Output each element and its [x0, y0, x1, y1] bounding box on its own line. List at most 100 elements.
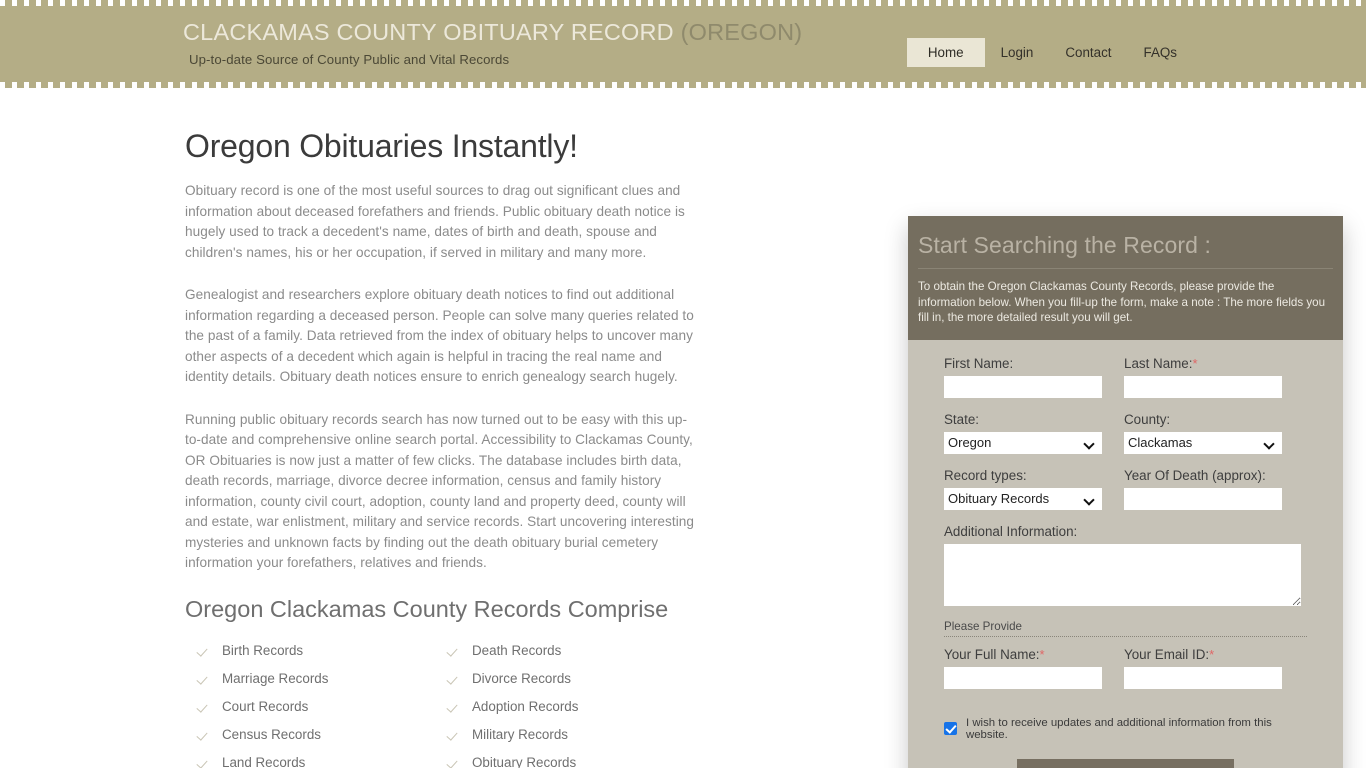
search-county-record-button[interactable]: Search County Record	[1016, 758, 1235, 768]
search-form-body: First Name: Last Name:* State: Oregon Co…	[908, 340, 1343, 768]
list-item: Military Records	[435, 721, 685, 749]
record-label: Adoption Records	[472, 699, 579, 714]
last-name-label-text: Last Name:	[1124, 355, 1193, 371]
list-item: Birth Records	[185, 637, 435, 665]
check-icon	[197, 671, 212, 686]
first-name-label: First Name:	[944, 355, 1014, 371]
records-section-title: Oregon Clackamas County Records Comprise	[185, 595, 669, 622]
location-field-row: State: Oregon County: Clackamas	[944, 412, 1307, 468]
last-name-label: Last Name:*	[1124, 356, 1282, 371]
check-icon	[197, 755, 212, 768]
page-root: CLACKAMAS COUNTY OBITUARY RECORD (OREGON…	[0, 0, 1366, 768]
list-item: Land Records	[185, 749, 435, 768]
nav-item-login[interactable]: Login	[985, 39, 1050, 66]
record-types-field-group: Record types: Obituary Records	[944, 468, 1102, 510]
full-name-input[interactable]	[944, 666, 1102, 689]
section-divider	[944, 635, 1307, 637]
email-field[interactable]	[1124, 666, 1282, 689]
first-name-field-group: First Name:	[944, 356, 1102, 398]
intro-paragraph-1: Obituary record is one of the most usefu…	[185, 183, 685, 260]
site-tagline: Up-to-date Source of County Public and V…	[189, 52, 510, 67]
first-name-input[interactable]	[944, 375, 1102, 398]
year-of-death-field-group: Year Of Death (approx):	[1124, 468, 1282, 510]
required-asterisk: *	[1209, 646, 1215, 662]
records-list: Birth Records Death Records Marriage Rec…	[185, 637, 705, 768]
additional-info-label: Additional Information:	[944, 523, 1078, 539]
main-navigation: Home Login Contact FAQs	[906, 38, 1193, 67]
check-icon	[197, 699, 212, 714]
county-select[interactable]: Clackamas	[1124, 431, 1282, 454]
year-of-death-input[interactable]	[1124, 487, 1282, 510]
list-item: Divorce Records	[435, 665, 685, 693]
page-title: Oregon Obituaries Instantly!	[185, 128, 578, 164]
contact-field-row: Your Full Name:* Your Email ID:*	[944, 647, 1307, 703]
site-title-main: CLACKAMAS COUNTY OBITUARY RECORD	[183, 19, 681, 45]
list-item: Adoption Records	[435, 693, 685, 721]
record-label: Death Records	[472, 643, 562, 658]
county-field-group: County: Clackamas	[1124, 412, 1282, 454]
state-label: State:	[944, 411, 979, 427]
submit-wrap: Search County Record	[944, 758, 1307, 768]
list-item: Death Records	[435, 637, 685, 665]
additional-info-field-group: Additional Information:	[944, 524, 1307, 606]
check-icon	[447, 671, 462, 686]
full-name-label-text: Your Full Name:	[944, 646, 1040, 662]
record-types-label: Record types:	[944, 467, 1027, 483]
nav-item-faqs[interactable]: FAQs	[1128, 39, 1193, 66]
consent-label: I wish to receive updates and additional…	[966, 716, 1272, 741]
list-item: Court Records	[185, 693, 435, 721]
content-area: Oregon Obituaries Instantly! Obituary re…	[183, 88, 1343, 768]
check-icon	[197, 727, 212, 742]
check-icon	[447, 643, 462, 658]
list-item: Marriage Records	[185, 665, 435, 693]
header-inner: CLACKAMAS COUNTY OBITUARY RECORD (OREGON…	[183, 0, 1183, 88]
search-form-title: Start Searching the Record :	[918, 232, 1333, 269]
full-name-field-group: Your Full Name:*	[944, 647, 1102, 689]
state-field-group: State: Oregon	[944, 412, 1102, 454]
nav-item-contact[interactable]: Contact	[1049, 39, 1127, 66]
consent-row: I wish to receive updates and additional…	[944, 717, 1307, 741]
site-header: CLACKAMAS COUNTY OBITUARY RECORD (OREGON…	[0, 0, 1366, 88]
record-year-field-row: Record types: Obituary Records Year Of D…	[944, 468, 1307, 524]
email-field-group: Your Email ID:*	[1124, 647, 1282, 689]
record-types-select-wrap: Obituary Records	[944, 487, 1102, 510]
article-column: Oregon Obituaries Instantly! Obituary re…	[183, 128, 703, 768]
search-form-description: To obtain the Oregon Clackamas County Re…	[918, 280, 1326, 324]
list-item: Obituary Records	[435, 749, 685, 768]
brand: CLACKAMAS COUNTY OBITUARY RECORD (OREGON…	[183, 18, 802, 67]
record-label: Divorce Records	[472, 671, 571, 686]
record-label: Obituary Records	[472, 755, 577, 768]
search-form-header: Start Searching the Record : To obtain t…	[908, 216, 1343, 340]
record-label: Land Records	[222, 755, 306, 768]
name-field-row: First Name: Last Name:*	[944, 356, 1307, 412]
state-select-wrap: Oregon	[944, 431, 1102, 454]
email-label-text: Your Email ID:	[1124, 646, 1210, 662]
check-icon	[447, 755, 462, 768]
last-name-field-group: Last Name:*	[1124, 356, 1282, 398]
check-icon	[447, 699, 462, 714]
check-icon	[447, 727, 462, 742]
year-of-death-label: Year Of Death (approx):	[1124, 467, 1266, 483]
county-select-wrap: Clackamas	[1124, 431, 1282, 454]
site-title: CLACKAMAS COUNTY OBITUARY RECORD (OREGON…	[183, 18, 802, 46]
record-label: Marriage Records	[222, 671, 329, 686]
additional-info-textarea[interactable]	[944, 543, 1301, 606]
required-asterisk: *	[1039, 646, 1045, 662]
state-select[interactable]: Oregon	[944, 431, 1102, 454]
record-types-select[interactable]: Obituary Records	[944, 487, 1102, 510]
consent-checkbox[interactable]	[944, 722, 957, 735]
intro-paragraph-2: Genealogist and researchers explore obit…	[185, 287, 694, 384]
email-label: Your Email ID:*	[1124, 647, 1282, 662]
county-label: County:	[1124, 411, 1171, 427]
record-label: Military Records	[472, 727, 568, 742]
list-item: Census Records	[185, 721, 435, 749]
intro-paragraph-3: Running public obituary records search h…	[185, 411, 695, 571]
record-label: Birth Records	[222, 643, 304, 658]
nav-item-home[interactable]: Home	[906, 38, 985, 67]
check-icon	[197, 643, 212, 658]
last-name-input[interactable]	[1124, 375, 1282, 398]
record-label: Census Records	[222, 727, 321, 742]
record-label: Court Records	[222, 699, 309, 714]
full-name-label: Your Full Name:*	[944, 647, 1102, 662]
search-form-panel: Start Searching the Record : To obtain t…	[908, 216, 1343, 768]
